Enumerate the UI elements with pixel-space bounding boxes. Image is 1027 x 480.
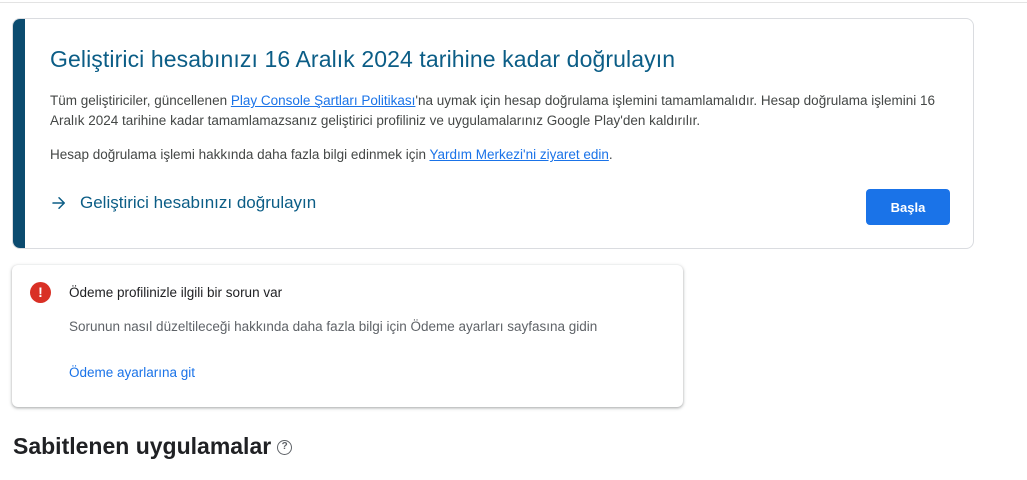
payment-issue-body: Sorunun nasıl düzeltileceği hakkında dah… (69, 319, 598, 334)
verify-account-label: Geliştirici hesabınızı doğrulayın (80, 193, 317, 212)
pinned-apps-heading: Sabitlenen uygulamalar ? (13, 433, 293, 460)
start-button[interactable]: Başla (866, 189, 950, 225)
pinned-apps-title: Sabitlenen uygulamalar (13, 433, 272, 459)
help-icon[interactable]: ? (277, 440, 293, 455)
payment-issue-title: Ödeme profilinizle ilgili bir sorun var (69, 285, 283, 300)
policy-link[interactable]: Play Console Şartları Politikası (231, 93, 416, 108)
account-verification-card: Geliştirici hesabınızı 16 Aralık 2024 ta… (12, 18, 974, 249)
error-icon: ! (30, 282, 51, 303)
help-center-link[interactable]: Yardım Merkezi'ni ziyaret edin (429, 147, 608, 162)
verification-title: Geliştirici hesabınızı 16 Aralık 2024 ta… (50, 46, 676, 72)
verify-account-action[interactable]: Geliştirici hesabınızı doğrulayın (50, 193, 316, 213)
arrow-right-icon (52, 197, 65, 209)
card-accent-bar (13, 19, 25, 248)
payment-settings-link[interactable]: Ödeme ayarlarına git (69, 365, 195, 380)
payment-issue-card: ! Ödeme profilinizle ilgili bir sorun va… (12, 265, 683, 407)
top-divider (0, 2, 1027, 3)
verification-body: Tüm geliştiriciler, güncellenen Play Con… (50, 93, 935, 128)
verification-help-text: Hesap doğrulama işlemi hakkında daha faz… (50, 147, 613, 162)
